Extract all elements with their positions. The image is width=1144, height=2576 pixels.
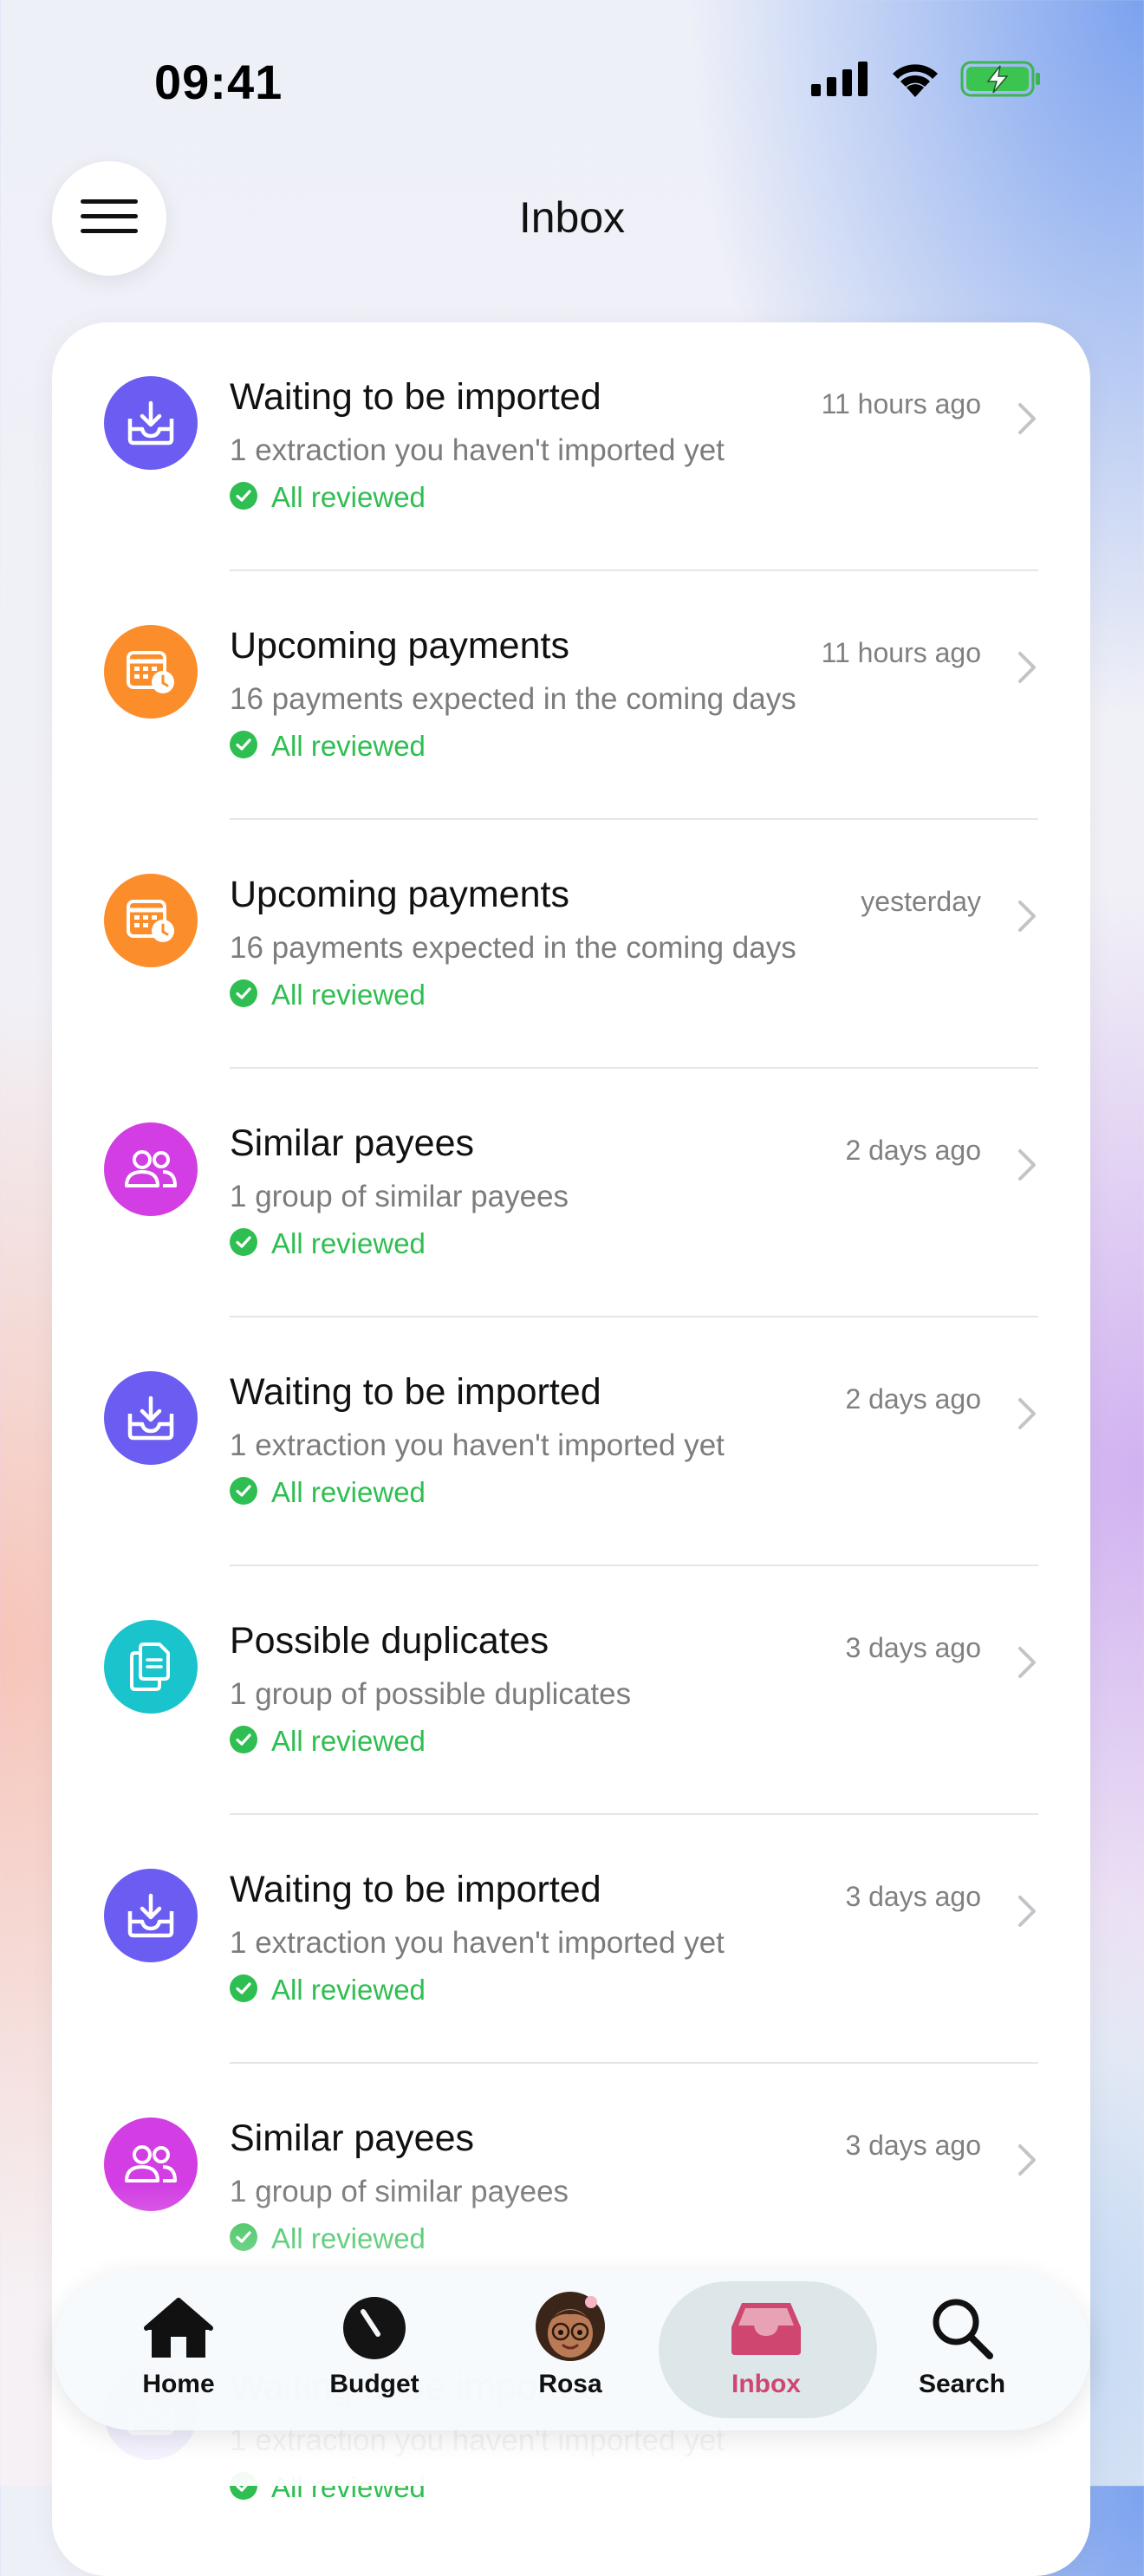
review-status: All reviewed [230,730,426,763]
tab-search[interactable]: Search [863,2269,1061,2430]
item-title: Similar payees [230,1122,474,1164]
item-timestamp: 2 days ago [845,1383,981,1415]
calendar-clock-icon [104,874,198,967]
review-status-label: All reviewed [271,979,426,1011]
wifi-icon [889,61,941,101]
check-circle-icon [230,2471,257,2504]
review-status-label: All reviewed [271,2222,426,2254]
review-status: All reviewed [230,2471,426,2504]
inbox-item-import[interactable]: Waiting to be imported 3 days ago 1 extrac… [52,1815,1090,2064]
inbox-item-payees[interactable]: Similar payees 2 days ago 1 group of simil… [52,1069,1090,1317]
inbox-item-import[interactable]: Waiting to be imported 11 hours ago 1 extr… [52,322,1090,571]
battery-charging-icon [960,61,1042,101]
chevron-right-icon [1017,1148,1037,1186]
review-status: All reviewed [230,1227,426,1260]
inbox-item-duplicates[interactable]: Possible duplicates 3 days ago 1 group of … [52,1566,1090,1815]
chevron-right-icon [1017,1397,1037,1434]
inbox-list: Waiting to be imported 11 hours ago 1 extr… [52,322,1090,2576]
tab-label: Rosa [538,2370,602,2398]
house-icon [143,2293,214,2363]
chevron-right-icon [1017,402,1037,439]
people-group-icon [104,1122,198,1216]
review-status: All reviewed [230,979,426,1012]
review-status-label: All reviewed [271,481,426,513]
check-circle-icon [230,730,257,763]
avatar-icon [530,2292,610,2363]
check-circle-icon [230,979,257,1012]
inbox-item-import[interactable]: Waiting to be imported 2 days ago 1 extrac… [52,1317,1090,1566]
inbox-download-icon [104,1869,198,1962]
item-subtitle: 16 payments expected in the coming days [230,682,796,716]
item-title: Waiting to be imported [230,1869,601,1910]
review-status-label: All reviewed [271,1725,426,1757]
item-subtitle: 16 payments expected in the coming days [230,931,796,965]
tab-rosa[interactable]: Rosa [471,2269,669,2430]
item-timestamp: yesterday [861,886,981,917]
chevron-right-icon [1017,900,1037,937]
item-title: Waiting to be imported [230,1371,601,1413]
chevron-right-icon [1017,651,1037,688]
tab-inbox[interactable]: Inbox [659,2269,877,2430]
calendar-clock-icon [104,625,198,719]
tab-label: Search [918,2370,1006,2398]
status-icons [811,61,1042,101]
item-timestamp: 2 days ago [845,1135,981,1166]
check-circle-icon [230,1227,257,1260]
check-circle-icon [230,1725,257,1758]
tab-label: Home [142,2370,215,2398]
inbox-item-payments[interactable]: Upcoming payments 11 hours ago 16 payments… [52,571,1090,820]
item-subtitle: 1 group of similar payees [230,1180,569,1213]
magnifier-icon [931,2293,993,2363]
tab-home[interactable]: Home [80,2269,277,2430]
review-status-label: All reviewed [271,1227,426,1259]
item-title: Possible duplicates [230,1620,549,1662]
tab-label: Budget [329,2370,419,2398]
cellular-signal-icon [811,62,870,101]
check-circle-icon [230,2222,257,2255]
page-title: Inbox [518,193,626,242]
tab-budget[interactable]: Budget [276,2269,473,2430]
inbox-item-payments[interactable]: Upcoming payments yesterday 16 payments ex… [52,820,1090,1069]
review-status: All reviewed [230,1476,426,1509]
item-subtitle: 1 extraction you haven't imported yet [230,433,725,467]
item-subtitle: 1 extraction you haven't imported yet [230,1926,725,1960]
item-title: Upcoming payments [230,874,569,915]
item-title: Waiting to be imported [230,376,601,418]
tab-bar: Home Budget Rosa Inbox Search [54,2269,1090,2430]
status-bar: 09:41 [0,0,1144,165]
review-status-label: All reviewed [271,2471,426,2503]
review-status: All reviewed [230,481,426,514]
item-timestamp: 3 days ago [845,1632,981,1663]
review-status-label: All reviewed [271,1476,426,1508]
people-group-icon [104,2117,198,2211]
chevron-right-icon [1017,1895,1037,1932]
chevron-right-icon [1017,2143,1037,2181]
item-timestamp: 11 hours ago [821,388,981,420]
review-status: All reviewed [230,1725,426,1758]
gauge-icon [342,2293,406,2363]
review-status: All reviewed [230,2222,426,2255]
check-circle-icon [230,481,257,514]
tray-icon [730,2293,803,2363]
review-status: All reviewed [230,1974,426,2007]
tab-label: Inbox [731,2370,801,2398]
item-timestamp: 3 days ago [845,1881,981,1912]
inbox-download-icon [104,376,198,470]
item-subtitle: 1 group of possible duplicates [230,1677,632,1711]
duplicate-documents-icon [104,1620,198,1714]
check-circle-icon [230,1476,257,1509]
review-status-label: All reviewed [271,1974,426,2006]
inbox-download-icon [104,1371,198,1465]
check-circle-icon [230,1974,257,2007]
review-status-label: All reviewed [271,730,426,762]
item-title: Similar payees [230,2117,474,2159]
item-subtitle: 1 group of similar payees [230,2175,569,2208]
item-timestamp: 11 hours ago [821,637,981,668]
item-subtitle: 1 extraction you haven't imported yet [230,1428,725,1462]
item-timestamp: 3 days ago [845,2130,981,2161]
chevron-right-icon [1017,1646,1037,1683]
item-title: Upcoming payments [230,625,569,667]
status-time: 09:41 [154,55,283,109]
